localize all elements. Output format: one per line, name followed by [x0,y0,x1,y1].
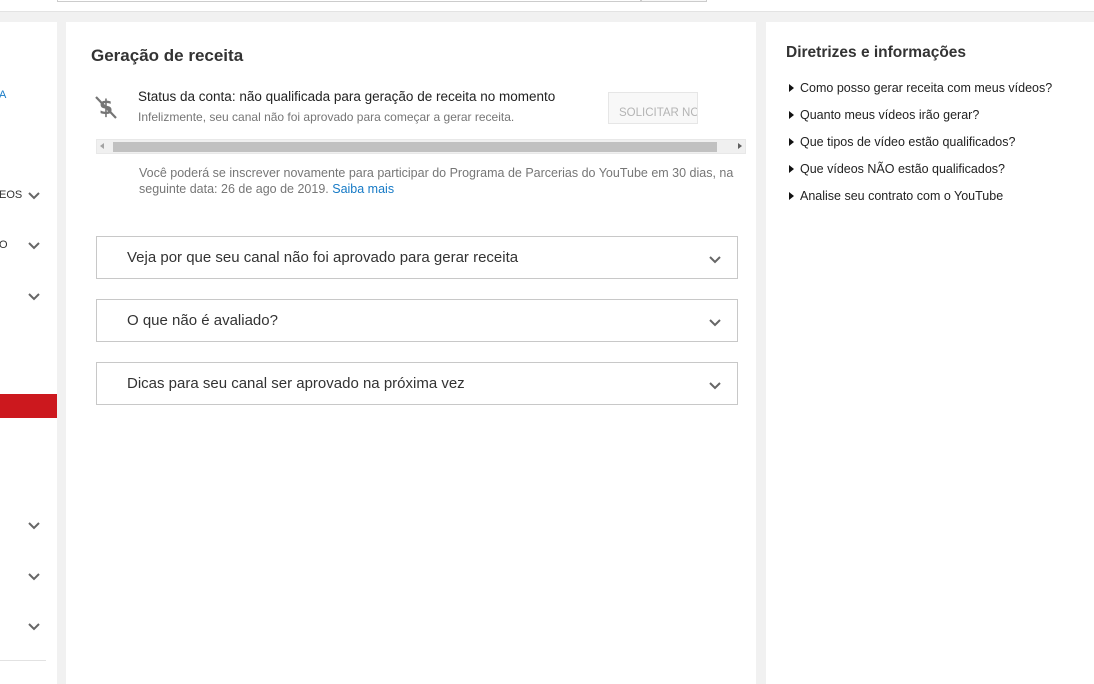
horizontal-scrollbar[interactable] [96,139,746,154]
accordion-label: Veja por que seu canal não foi aprovado … [127,249,519,266]
sidebar-item-0[interactable]: A [0,86,57,106]
accordion-label: O que não é avaliado? [127,312,278,329]
guideline-link[interactable]: Analise seu contrato com o YouTube [787,189,1052,216]
chevron-down-icon[interactable] [27,619,41,633]
search-button[interactable] [641,0,707,2]
sidebar: A EOS O [0,22,57,684]
chevron-down-icon[interactable] [27,518,41,532]
guidelines-list: Como posso gerar receita com meus vídeos… [787,81,1052,216]
chevron-down-icon[interactable] [27,238,41,252]
guideline-link[interactable]: Como posso gerar receita com meus vídeos… [787,81,1052,108]
accordion-why-not-approved[interactable]: Veja por que seu canal não foi aprovado … [96,236,738,279]
learn-more-link[interactable]: Saiba mais [332,182,394,196]
guideline-link-label: Analise seu contrato com o YouTube [800,189,1004,203]
chevron-down-icon[interactable] [27,569,41,583]
guideline-link-label: Que tipos de vídeo estão qualificados? [800,135,1016,149]
guideline-link-label: Que vídeos NÃO estão qualificados? [800,162,1005,176]
scroll-left-icon[interactable] [100,143,104,149]
chevron-down-icon[interactable] [27,289,41,303]
guideline-link[interactable]: Quanto meus vídeos irão gerar? [787,108,1052,135]
triangle-right-icon [789,138,794,146]
guideline-link-label: Como posso gerar receita com meus vídeos… [800,81,1053,95]
accordion-tips[interactable]: Dicas para seu canal ser aprovado na pró… [96,362,738,405]
no-dollar-icon: $ [95,95,117,119]
chevron-down-icon[interactable] [708,252,722,266]
sidebar-item-2[interactable]: O [0,236,57,256]
scroll-right-icon[interactable] [738,143,742,149]
triangle-right-icon [789,192,794,200]
monetization-card: Geração de receita $ Status da conta: nã… [66,22,756,684]
sidebar-divider [0,660,46,661]
sidebar-item-1[interactable]: EOS [0,186,57,206]
triangle-right-icon [789,111,794,119]
sidebar-item-active[interactable] [0,394,57,418]
sidebar-item-4[interactable] [0,516,57,536]
accordion-label: Dicas para seu canal ser aprovado na pró… [127,375,465,392]
guidelines-title: Diretrizes e informações [786,44,967,61]
chevron-down-icon[interactable] [27,188,41,202]
chevron-down-icon[interactable] [708,378,722,392]
request-again-button[interactable]: SOLICITAR NOVAMENTE [608,92,698,124]
triangle-right-icon [789,165,794,173]
account-status-title: Status da conta: não qualificada para ge… [138,89,556,104]
guideline-link-label: Quanto meus vídeos irão gerar? [800,108,980,122]
account-status-subtitle: Infelizmente, seu canal não foi aprovado… [138,110,515,124]
accordion-not-evaluated[interactable]: O que não é avaliado? [96,299,738,342]
sidebar-item-5[interactable] [0,567,57,587]
guideline-link[interactable]: Que tipos de vídeo estão qualificados? [787,135,1052,162]
sidebar-item-label: A [0,89,7,101]
sidebar-item-label: EOS [0,189,23,201]
page-title: Geração de receita [91,46,244,65]
sidebar-item-3[interactable] [0,287,57,307]
guideline-link[interactable]: Que vídeos NÃO estão qualificados? [787,162,1052,189]
top-bar [0,0,1094,12]
sidebar-item-6[interactable] [0,617,57,637]
triangle-right-icon [789,84,794,92]
search-input[interactable] [57,0,641,2]
reapply-text: Você poderá se inscrever novamente para … [139,166,734,196]
sidebar-item-label: O [0,239,8,251]
chevron-down-icon[interactable] [708,315,722,329]
guidelines-card: Diretrizes e informações Como posso gera… [766,22,1094,684]
scrollbar-thumb[interactable] [113,142,717,152]
reapply-info: Você poderá se inscrever novamente para … [139,165,754,197]
